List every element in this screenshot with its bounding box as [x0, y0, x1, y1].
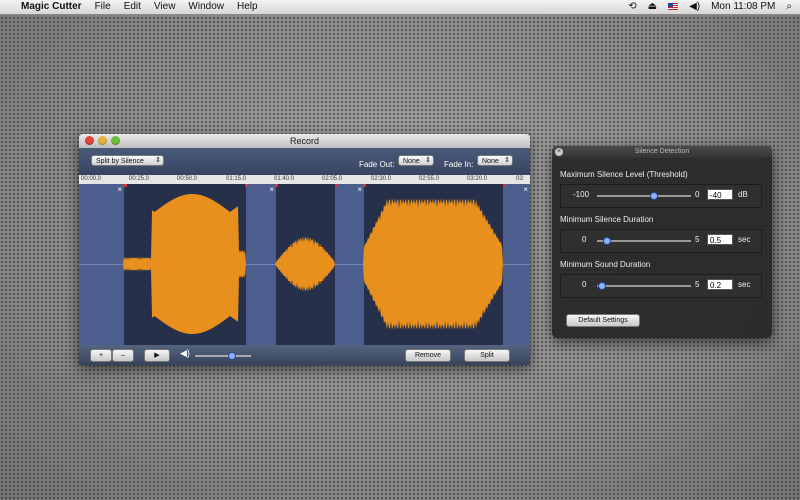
- fade-in-label: Fade In:: [444, 160, 474, 169]
- split-marker[interactable]: [503, 184, 506, 187]
- sound-duration-max: 5: [695, 280, 700, 289]
- timeline-ruler[interactable]: 00:00.0 00:25.0 00:50.0 01:15.0 01:40.0 …: [79, 175, 530, 184]
- ruler-tick: 00:00.0: [81, 176, 102, 182]
- ruler-tick: 02:05.0: [322, 176, 343, 182]
- ruler-tick: 03:: [516, 176, 525, 182]
- spotlight-search-icon[interactable]: ⌕: [786, 1, 792, 12]
- ruler-tick: 02:30.0: [371, 176, 392, 182]
- zoom-in-button[interactable]: +: [90, 349, 112, 362]
- sound-duration-unit: sec: [738, 280, 751, 289]
- ruler-tick: 00:50.0: [177, 176, 198, 182]
- silence-duration-slider[interactable]: [597, 237, 691, 245]
- record-window: Record Split by Silence Fade Out: None F…: [79, 134, 530, 365]
- ruler-tick: 02:55.0: [419, 176, 440, 182]
- menubar-clock[interactable]: Mon 11:08 PM: [711, 1, 775, 12]
- split-marker[interactable]: [245, 184, 248, 187]
- silence-detection-panel: × Silence Detection Maximum Silence Leve…: [552, 146, 772, 338]
- split-marker[interactable]: [363, 184, 366, 187]
- sound-duration-control: 0 5 0.2 sec: [560, 274, 762, 298]
- threshold-slider-knob[interactable]: [650, 192, 659, 200]
- volume-icon[interactable]: ◀): [689, 1, 700, 12]
- volume-slider[interactable]: [195, 352, 251, 360]
- speaker-icon: ◀): [180, 348, 190, 358]
- remove-button[interactable]: Remove: [405, 349, 451, 362]
- threshold-slider[interactable]: [597, 192, 691, 200]
- sound-duration-min: 0: [582, 280, 587, 289]
- default-settings-button[interactable]: Default Settings: [566, 314, 640, 327]
- sound-duration-slider-knob[interactable]: [597, 282, 606, 290]
- silence-duration-label: Minimum Silence Duration: [560, 215, 654, 224]
- menu-help[interactable]: Help: [237, 1, 258, 12]
- close-window-button[interactable]: [85, 136, 94, 145]
- menu-view[interactable]: View: [154, 1, 176, 12]
- fade-out-label: Fade Out:: [359, 160, 395, 169]
- play-button[interactable]: ▶: [144, 349, 170, 362]
- menu-file[interactable]: File: [95, 1, 111, 12]
- fade-in-popup[interactable]: None: [477, 155, 513, 166]
- ruler-tick: 03:20.0: [467, 176, 488, 182]
- menu-window[interactable]: Window: [188, 1, 224, 12]
- input-source-flag-icon[interactable]: [668, 3, 679, 10]
- sound-duration-slider[interactable]: [597, 282, 691, 290]
- split-marker[interactable]: [275, 184, 278, 187]
- silence-duration-min: 0: [582, 235, 587, 244]
- threshold-unit: dB: [738, 190, 748, 199]
- sound-duration-field[interactable]: 0.2: [707, 279, 733, 290]
- threshold-field[interactable]: -40: [707, 189, 733, 200]
- record-window-title: Record: [289, 136, 319, 146]
- ruler-tick: 01:40.0: [274, 176, 295, 182]
- panel-titlebar: × Silence Detection: [552, 146, 772, 158]
- ruler-tick: 00:25.0: [129, 176, 150, 182]
- zoom-window-button[interactable]: [111, 136, 120, 145]
- eject-icon[interactable]: ⏏: [648, 1, 657, 12]
- volume-slider-knob[interactable]: [228, 352, 237, 360]
- close-panel-icon[interactable]: ×: [555, 148, 563, 156]
- record-bottom-bar: + – ▶ ◀) Remove Split: [79, 345, 530, 365]
- threshold-label: Maximum Silence Level (Threshold): [560, 170, 688, 179]
- split-button[interactable]: Split: [464, 349, 510, 362]
- silence-duration-control: 0 5 0.5 sec: [560, 229, 762, 253]
- silence-duration-max: 5: [695, 235, 700, 244]
- threshold-min: -100: [573, 190, 590, 199]
- split-marker[interactable]: [124, 184, 127, 187]
- sound-duration-label: Minimum Sound Duration: [560, 260, 651, 269]
- panel-title: Silence Detection: [634, 148, 690, 155]
- threshold-control: -100 0 -40 dB: [560, 184, 762, 208]
- menu-edit[interactable]: Edit: [124, 1, 141, 12]
- threshold-max: 0: [695, 190, 700, 199]
- zoom-out-button[interactable]: –: [112, 349, 134, 362]
- time-machine-icon[interactable]: ⟲: [628, 1, 636, 12]
- app-menu[interactable]: Magic Cutter: [21, 1, 82, 12]
- split-mode-popup[interactable]: Split by Silence: [91, 155, 164, 166]
- silence-duration-unit: sec: [738, 235, 751, 244]
- fade-out-popup[interactable]: None: [398, 155, 434, 166]
- silence-duration-slider-knob[interactable]: [603, 237, 612, 245]
- audio-waveform: [79, 194, 530, 334]
- menu-bar: Magic Cutter File Edit View Window Help …: [0, 0, 800, 15]
- ruler-tick: 01:15.0: [226, 176, 247, 182]
- minimize-window-button[interactable]: [98, 136, 107, 145]
- waveform-track[interactable]: × × × ×: [79, 184, 530, 345]
- silence-duration-field[interactable]: 0.5: [707, 234, 733, 245]
- split-marker[interactable]: [335, 184, 338, 187]
- record-titlebar: Record: [79, 134, 530, 148]
